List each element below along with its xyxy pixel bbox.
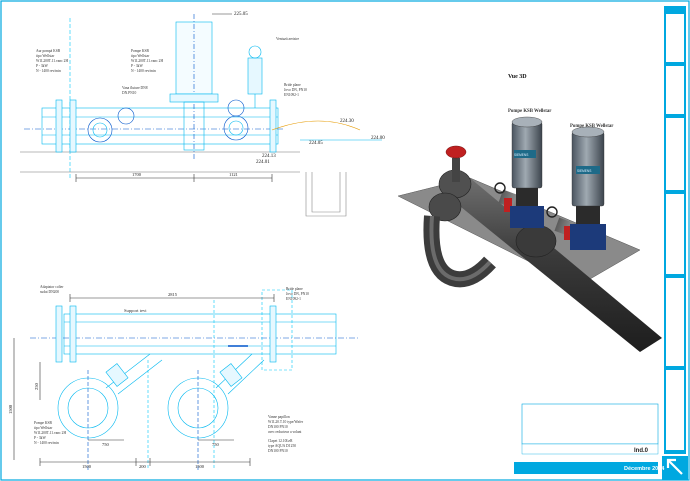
dim-left: 1500	[8, 404, 13, 414]
label-adapter-plan: Adaptator colier sudat DN200	[40, 285, 64, 294]
dim-inner-2: 750	[212, 442, 220, 447]
svg-text:Bride plane: Bride plane	[284, 83, 301, 87]
side-strip	[664, 6, 686, 454]
label-vent-elev: Ventuză aerisire	[276, 37, 299, 41]
elevation-top: 225.05	[234, 12, 248, 17]
svg-text:Clapet 12.10LeR: Clapet 12.10LeR	[268, 439, 293, 443]
view3d-title: Vue 3D	[508, 74, 527, 80]
label-pump-right-3d: Pompe KSB Wellstar	[570, 124, 614, 129]
svg-text:EN1092-1: EN1092-1	[286, 297, 301, 301]
svg-text:P - 3kW: P - 3kW	[36, 64, 48, 68]
svg-text:P - 3kW: P - 3kW	[131, 64, 143, 68]
motor-brand-left: SIEMENS	[514, 153, 528, 157]
elevation-right-lower: 224.05	[309, 141, 323, 146]
svg-text:W1L200T.11.vanc 2H: W1L200T.11.vanc 2H	[131, 59, 163, 63]
svg-text:W1L20.T.10 type/Wafer: W1L20.T.10 type/Wafer	[268, 420, 304, 424]
label-flange-elev: Bride plane Jovo DN, PN10 EN1092-1	[284, 83, 307, 97]
label-pipe-plan: Support tevi	[124, 308, 147, 313]
elevation-far-right: 224.00	[371, 136, 385, 141]
svg-text:N - 1400 rev/min: N - 1400 rev/min	[36, 69, 61, 73]
svg-text:sudat DN200: sudat DN200	[40, 290, 59, 294]
motor-brand-right: SIEMENS	[577, 169, 591, 173]
svg-text:Bride plane: Bride plane	[286, 287, 303, 291]
label-pump-right-elev: Pompe KSB tipo Wellstar W1L200T.11.vanc …	[131, 49, 163, 73]
dim-bottom-1: 1500	[82, 464, 92, 469]
elevation-right-upper: 224.30	[340, 119, 354, 124]
svg-text:DN.PN10: DN.PN10	[122, 91, 136, 95]
svg-text:N - 1400 rev/min: N - 1400 rev/min	[34, 441, 59, 445]
dim-elev-1: 1700	[132, 172, 142, 177]
label-pump-left-elev: Aur pompă KSB tipo Wellstar W1L200T.11.v…	[36, 49, 68, 73]
dim-bottom-2: 200	[139, 464, 147, 469]
pump-left-3d	[510, 116, 544, 228]
elevation-view	[20, 13, 382, 217]
svg-text:Vanne papillon: Vanne papillon	[268, 415, 290, 419]
svg-text:Vana fluture DN8: Vana fluture DN8	[122, 86, 148, 90]
svg-text:Pompe KSB: Pompe KSB	[131, 49, 149, 53]
dim-overall: 2815	[168, 292, 178, 297]
svg-text:DN100 PN10: DN100 PN10	[268, 425, 288, 429]
date-label: Décembre 2014	[624, 466, 665, 472]
label-pump-left-3d: Pompe KSB Wellstar	[508, 109, 552, 114]
svg-text:EN1092-1: EN1092-1	[284, 93, 299, 97]
svg-text:tipo Wellstar: tipo Wellstar	[34, 426, 53, 430]
dim-bottom-3: 1500	[195, 464, 205, 469]
plan-view	[13, 289, 360, 470]
label-flange-plan: Bride plane Jovo DN, PN10 EN1092-1	[286, 287, 309, 301]
pump-right-3d	[570, 126, 606, 250]
svg-text:DN100 PN10: DN100 PN10	[268, 449, 288, 453]
view-3d	[397, 116, 662, 352]
dim-inner-1: 750	[102, 442, 110, 447]
label-check-valve-plan: Vanne papillon W1L20.T.10 type/Wafer DN1…	[268, 415, 304, 434]
svg-text:W1L200T.11.vanc 2H: W1L200T.11.vanc 2H	[34, 431, 66, 435]
dim-side: 250	[34, 383, 39, 391]
dim-elev-2: 1121	[229, 172, 238, 177]
label-valve-elev: Vana fluture DN8 DN.PN10	[122, 86, 148, 95]
svg-text:N - 1400 rev/min: N - 1400 rev/min	[131, 69, 156, 73]
svg-text:type AQUA DI 250: type AQUA DI 250	[268, 444, 296, 448]
svg-text:W1L200T.11.vanc 2H: W1L200T.11.vanc 2H	[36, 59, 68, 63]
svg-text:avec reducteur a volant: avec reducteur a volant	[268, 430, 301, 434]
svg-text:P - 3kW: P - 3kW	[34, 436, 46, 440]
svg-text:tipo Wellstar: tipo Wellstar	[131, 54, 150, 58]
svg-text:Pompe KSB: Pompe KSB	[34, 421, 52, 425]
svg-text:Aur pompă KSB: Aur pompă KSB	[36, 49, 61, 53]
elevation-mid2: 224.01	[256, 160, 270, 165]
label-pump-plan: Pompe KSB tipo Wellstar W1L200T.11.vanc …	[34, 421, 66, 445]
drawing-sheet: 225.05 224.30 224.05 224.00 224.13 224.0…	[0, 0, 690, 481]
svg-text:Adaptator colier: Adaptator colier	[40, 285, 64, 289]
label-clapet-plan: Clapet 12.10LeR type AQUA DI 250 DN100 P…	[268, 439, 296, 453]
elevation-mid1: 224.13	[262, 154, 276, 159]
revision-label: Ind.0	[634, 448, 649, 454]
svg-text:tipo Wellstar: tipo Wellstar	[36, 54, 55, 58]
